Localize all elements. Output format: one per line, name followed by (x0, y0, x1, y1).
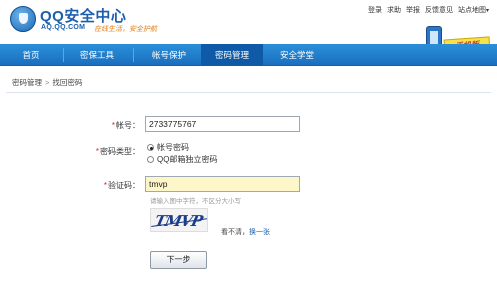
account-label-text: 帐号： (116, 121, 140, 130)
top-links: 登录 求助 举报 反馈意见 站点地图▾ (368, 5, 489, 15)
radio-mail-password-label: QQ邮箱独立密码 (157, 155, 218, 164)
captcha-image-text: TMVP (153, 212, 204, 230)
nav-divider (63, 48, 64, 62)
next-step-button[interactable]: 下一步 (150, 251, 207, 269)
logo-url: AQ.QQ.COM (41, 24, 86, 31)
required-mark: * (111, 121, 115, 130)
radio-account-password-label: 帐号密码 (157, 143, 189, 152)
captcha-refresh: 看不清，换一张 (221, 227, 270, 237)
link-feedback[interactable]: 反馈意见 (425, 5, 453, 15)
tab-account-protection[interactable]: 帐号保护 (138, 44, 200, 66)
breadcrumb-separator: > (45, 78, 50, 87)
link-sitemap[interactable]: 站点地图▾ (458, 5, 489, 15)
refresh-prefix: 看不清， (221, 229, 249, 236)
tab-home[interactable]: 首页 (8, 44, 54, 66)
breadcrumb: 密码管理 > 找回密码 (6, 75, 491, 93)
link-help[interactable]: 求助 (387, 5, 401, 15)
radio-button-checked[interactable] (147, 144, 154, 151)
shield-logo-icon[interactable] (10, 6, 36, 32)
captcha-hint: 请输入图中字符，不区分大小写 (150, 198, 241, 205)
radio-button[interactable] (147, 156, 154, 163)
required-mark: * (103, 181, 107, 190)
nav-divider (133, 48, 134, 62)
radio-mail-password[interactable]: QQ邮箱独立密码 (147, 154, 217, 165)
chevron-down-icon: ▾ (485, 8, 489, 14)
password-type-label: *密码类型： (80, 146, 140, 157)
breadcrumb-parent[interactable]: 密码管理 (12, 78, 42, 87)
link-report[interactable]: 举报 (406, 5, 420, 15)
tab-security-tools[interactable]: 密保工具 (68, 44, 126, 66)
main-nav: 首页 密保工具 帐号保护 密码管理 安全学堂 (0, 44, 497, 66)
refresh-captcha-link[interactable]: 换一张 (249, 229, 270, 236)
tab-security-school[interactable]: 安全学堂 (266, 44, 328, 66)
required-mark: * (95, 147, 99, 156)
tab-password-management[interactable]: 密码管理 (201, 44, 263, 66)
password-type-label-text: 密码类型： (100, 147, 140, 156)
captcha-input[interactable]: tmvp (145, 176, 300, 192)
link-login[interactable]: 登录 (368, 5, 382, 15)
site-header: QQ安全中心 AQ.QQ.COM 在线生活，安全护航 登录 求助 举报 反馈意见… (0, 0, 497, 44)
logo-title[interactable]: QQ安全中心 (40, 5, 126, 26)
sitemap-label: 站点地图 (457, 7, 486, 14)
account-input[interactable]: 2733775767 (145, 116, 300, 132)
breadcrumb-current: 找回密码 (52, 78, 83, 87)
captcha-image[interactable]: TMVP (150, 208, 208, 232)
account-label: *帐号： (80, 120, 140, 131)
captcha-label-text: 验证码： (108, 181, 140, 190)
captcha-label: *验证码： (80, 180, 140, 191)
radio-account-password[interactable]: 帐号密码 (147, 142, 189, 153)
logo-slogan: 在线生活，安全护航 (94, 25, 157, 33)
